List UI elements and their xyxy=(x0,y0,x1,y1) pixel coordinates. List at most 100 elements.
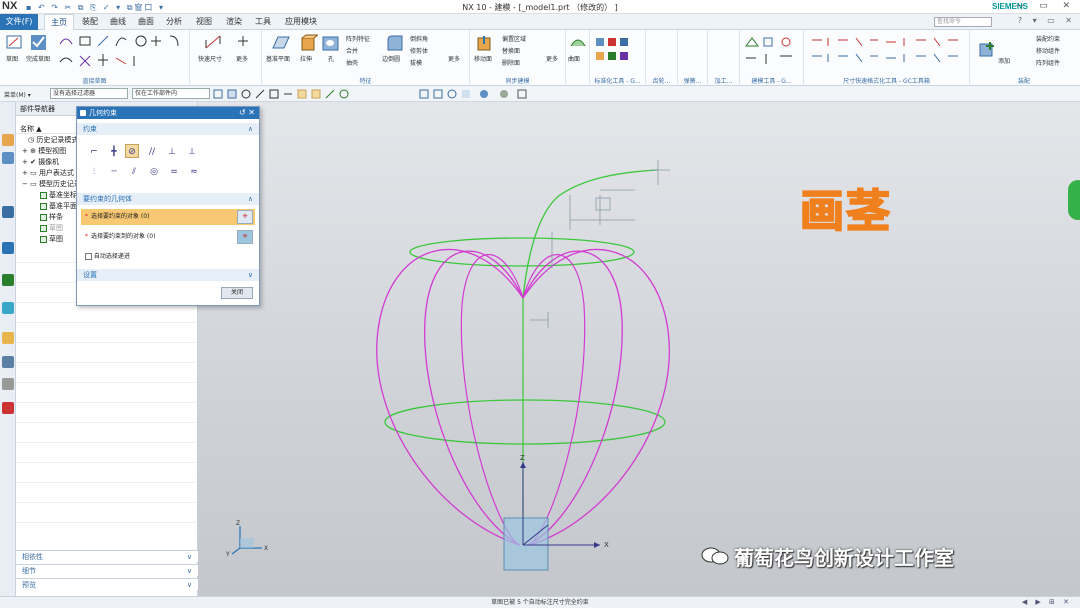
surface-icon[interactable] xyxy=(570,34,586,50)
offset-region-button[interactable]: 偏置区域 xyxy=(502,34,526,43)
dependencies-panel-header[interactable]: 相依性 ∨ xyxy=(16,550,198,562)
assembly-navigator-icon[interactable] xyxy=(2,134,14,146)
reuse-library-icon[interactable] xyxy=(2,242,14,254)
command-search-input[interactable]: 查找命令 xyxy=(934,17,992,27)
crosshair-target-icon[interactable]: ⌖ xyxy=(237,230,253,244)
hole-button[interactable]: 孔 xyxy=(328,54,334,63)
sketch-curve-tools-icon[interactable] xyxy=(58,34,188,70)
constraint-navigator-icon[interactable] xyxy=(2,152,14,164)
vertical-constraint-icon[interactable]: ⫶ xyxy=(87,165,101,179)
checkbox-icon[interactable] xyxy=(40,224,47,232)
datum-plane-button[interactable]: 基准平面 xyxy=(266,54,290,63)
concentric-constraint-icon[interactable]: ◎ xyxy=(147,165,161,179)
part-navigator-icon[interactable] xyxy=(2,206,14,218)
clock-icon[interactable] xyxy=(2,302,14,314)
tab-view[interactable]: 视图 xyxy=(196,14,212,30)
parallel-constraint-icon[interactable]: // xyxy=(145,145,159,159)
shell-button[interactable]: 抽壳 xyxy=(346,58,358,67)
tree-item-user-expressions[interactable]: + ▭ 用户表达式 xyxy=(22,168,74,178)
tree-item-model-views[interactable]: + ⊕ 模型视图 xyxy=(22,146,66,156)
horizontal-constraint-icon[interactable]: ⟂ xyxy=(185,145,199,159)
modeling-tools-icon[interactable] xyxy=(744,36,800,68)
tree-item-sketch-2[interactable]: 草图 xyxy=(40,234,63,244)
type-filter-select[interactable]: 没有选择过滤器 xyxy=(50,88,128,99)
sketch-icon[interactable] xyxy=(6,34,24,52)
checkbox-icon[interactable] xyxy=(40,213,47,221)
standard-tools-icon[interactable] xyxy=(594,36,642,68)
system-materials-icon[interactable] xyxy=(2,356,14,368)
equal-radius-constraint-icon[interactable]: ≈ xyxy=(187,165,201,179)
tree-item-datum-plane[interactable]: 基准平面 xyxy=(40,201,77,211)
pattern-feature-button[interactable]: 阵列特征 xyxy=(346,34,370,43)
edge-blend-icon[interactable] xyxy=(386,34,404,52)
draft-button[interactable]: 拔模 xyxy=(410,58,422,67)
tab-tools[interactable]: 工具 xyxy=(255,14,271,30)
point-on-curve-constraint-icon[interactable]: ╋ xyxy=(107,145,121,159)
graphics-viewport[interactable]: X Z Z X Y xyxy=(198,102,1080,596)
rapid-dimension-button[interactable]: 快速尺寸 xyxy=(198,54,222,63)
section-constraints-header[interactable]: 约束 ∧ xyxy=(77,123,259,135)
delete-face-button[interactable]: 删除面 xyxy=(502,58,520,67)
checkbox-icon[interactable] xyxy=(40,235,47,243)
add-component-button[interactable]: 添加 xyxy=(998,56,1010,65)
dialog-close-icon[interactable]: ↺ ✕ xyxy=(239,107,255,119)
finish-sketch-icon[interactable] xyxy=(30,34,48,52)
section-geometry-header[interactable]: 要约束的几何体 ∧ xyxy=(77,193,259,205)
section-settings-header[interactable]: 设置 ∨ xyxy=(77,269,259,281)
select-object-row[interactable]: * 选择要约束的对象 (0) ⌖ xyxy=(81,209,255,225)
move-component-button[interactable]: 移动组件 xyxy=(1036,46,1060,55)
crosshair-select-icon[interactable]: ⌖ xyxy=(237,210,253,224)
more-icon[interactable] xyxy=(236,34,250,48)
replace-face-button[interactable]: 替换面 xyxy=(502,46,520,55)
apple-sketch-geometry[interactable]: X Z Z X Y xyxy=(198,102,1080,596)
perpendicular-constraint-icon[interactable]: ⊥ xyxy=(165,145,179,159)
tab-applications[interactable]: 应用模块 xyxy=(285,14,317,30)
close-button[interactable]: 关闭 xyxy=(221,287,253,299)
tree-item-spline[interactable]: 样条 xyxy=(40,212,63,222)
window-controls[interactable]: — ▭ ✕ xyxy=(1015,1,1076,11)
surface-button[interactable]: 曲面 xyxy=(568,54,580,63)
chamfer-button[interactable]: 倒斜角 xyxy=(410,34,428,43)
extrude-button[interactable]: 拉伸 xyxy=(300,54,312,63)
dimension-format-icon[interactable] xyxy=(808,36,966,68)
wrench-icon[interactable] xyxy=(2,378,14,390)
sketch-button[interactable]: 草图 xyxy=(6,54,18,63)
view-tools-icon[interactable] xyxy=(418,89,548,100)
features-more-button[interactable]: 更多 xyxy=(448,54,460,63)
collinear-constraint-icon[interactable]: ⫽ xyxy=(127,165,141,179)
pattern-component-button[interactable]: 阵列组件 xyxy=(1036,58,1060,67)
roles-icon[interactable] xyxy=(2,332,14,344)
finish-sketch-button[interactable]: 完成草图 xyxy=(26,54,50,63)
menu-dropdown-button[interactable]: 菜单(M) ▾ xyxy=(4,90,31,99)
add-component-icon[interactable] xyxy=(978,40,996,58)
tab-render[interactable]: 渲染 xyxy=(226,14,242,30)
tangent-constraint-icon[interactable]: ⊘ xyxy=(125,144,139,158)
preview-panel-header[interactable]: 预览 ∨ xyxy=(16,578,198,590)
tab-surface[interactable]: 曲面 xyxy=(138,14,154,30)
coincident-constraint-icon[interactable]: ⌐ xyxy=(87,145,101,159)
edge-blend-button[interactable]: 边倒圆 xyxy=(382,54,400,63)
more-button[interactable]: 更多 xyxy=(236,54,248,63)
tab-home[interactable]: 主页 xyxy=(44,14,74,30)
checkbox-icon[interactable] xyxy=(40,202,47,210)
move-face-button[interactable]: 移动面 xyxy=(474,54,492,63)
details-panel-header[interactable]: 细节 ∨ xyxy=(16,564,198,576)
history-icon[interactable] xyxy=(2,274,14,286)
move-face-icon[interactable] xyxy=(476,34,494,52)
select-target-row[interactable]: * 选择要约束到的对象 (0) ⌖ xyxy=(81,229,255,245)
sync-more-button[interactable]: 更多 xyxy=(546,54,558,63)
checkbox-icon[interactable] xyxy=(40,191,47,199)
datum-plane-icon[interactable] xyxy=(272,34,290,52)
hole-icon[interactable] xyxy=(322,34,340,52)
status-icons[interactable]: ◀ ▶ ⊞ ✕ xyxy=(1022,597,1072,608)
assembly-constraints-button[interactable]: 装配约束 xyxy=(1036,34,1060,43)
unite-button[interactable]: 合并 xyxy=(346,46,358,55)
auto-select-option[interactable]: 自动选择递进 xyxy=(85,251,130,260)
web-browser-icon[interactable] xyxy=(2,402,14,414)
tab-analysis[interactable]: 分析 xyxy=(166,14,182,30)
tab-assembly[interactable]: 装配 xyxy=(82,14,98,30)
equal-length-constraint-icon[interactable]: = xyxy=(167,165,181,179)
floating-side-button[interactable] xyxy=(1068,180,1080,220)
scope-filter-select[interactable]: 仅在工作部件内 xyxy=(132,88,210,99)
tree-item-sketch-1[interactable]: 草图 xyxy=(40,223,63,233)
